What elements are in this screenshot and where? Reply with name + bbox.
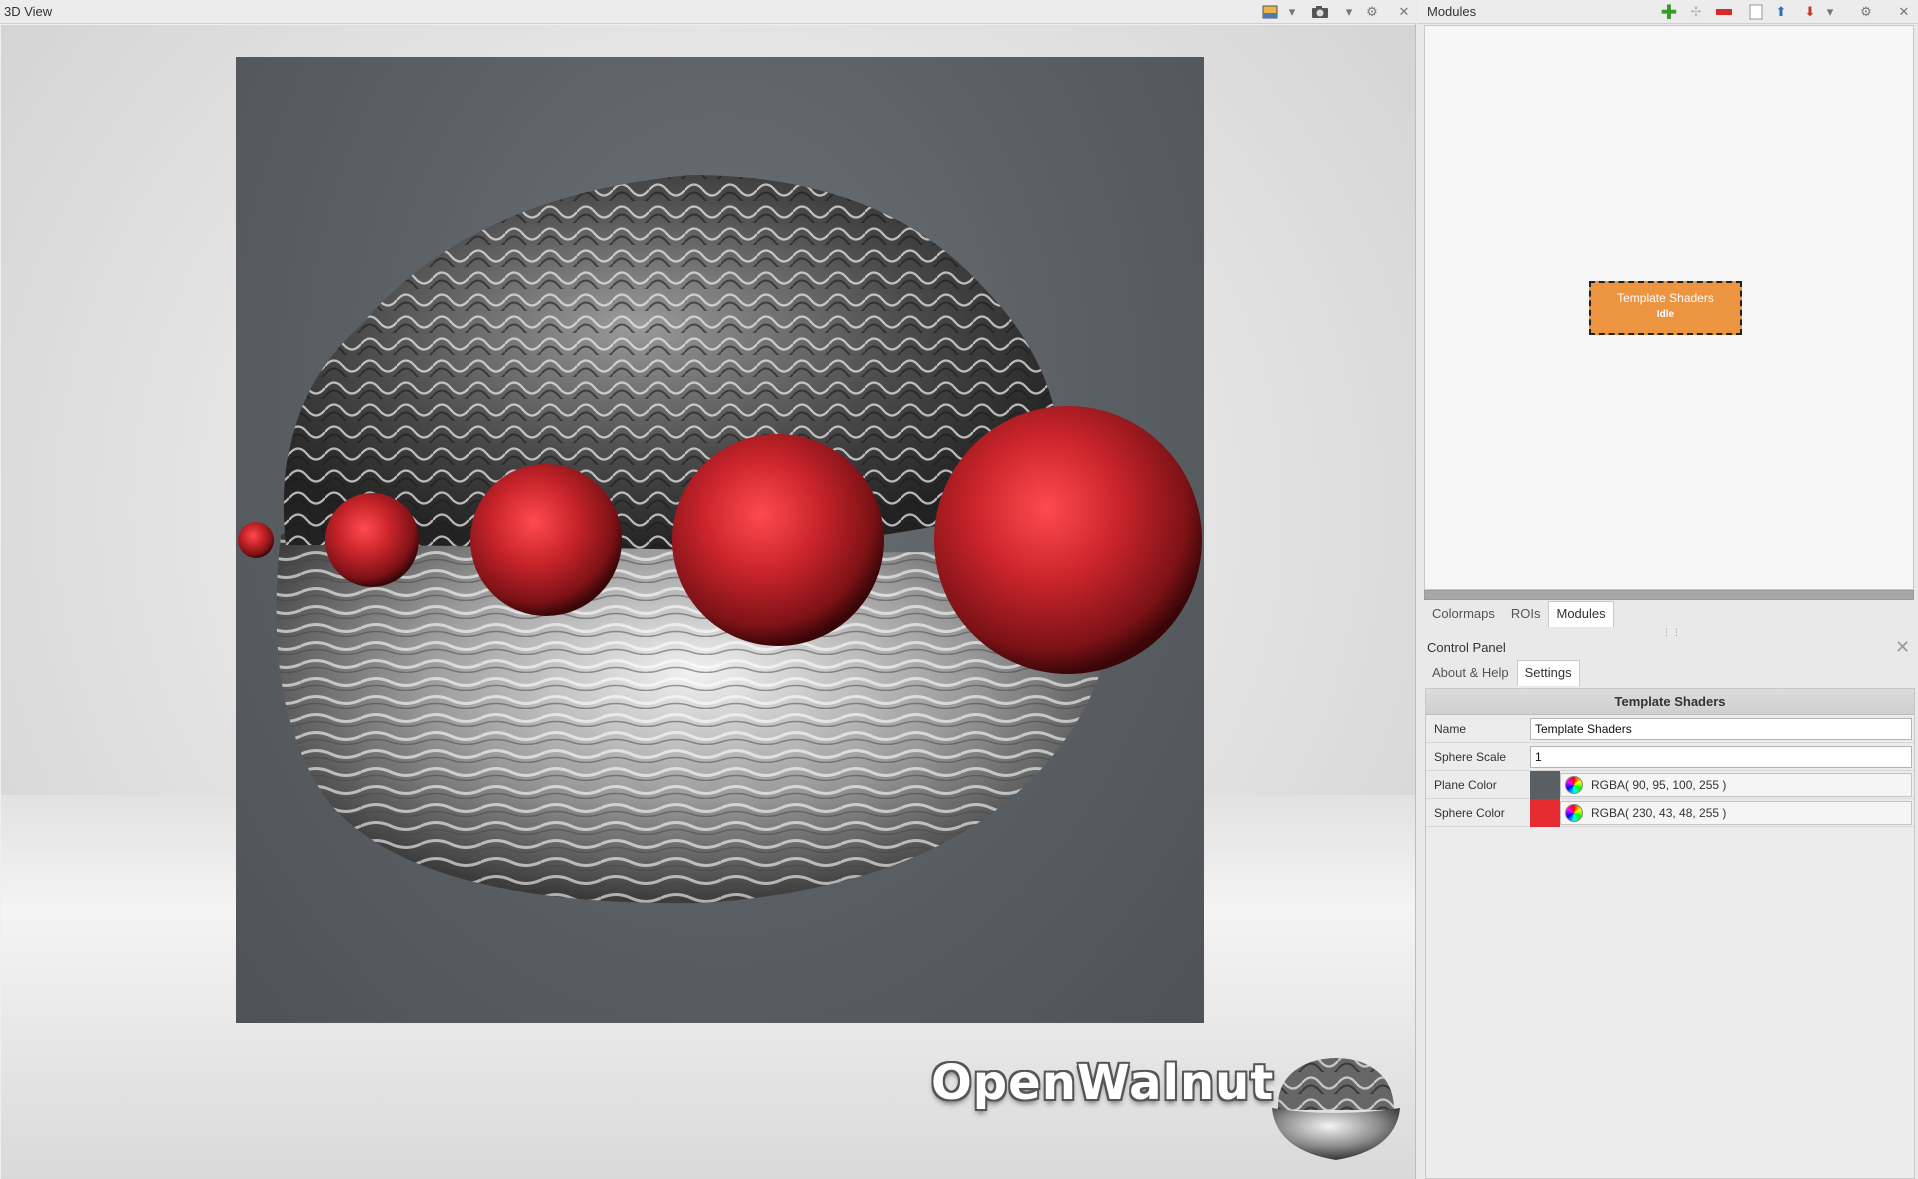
background-image-icon[interactable]: [1261, 3, 1279, 21]
3d-view-panel: 3D View ▾ ▾ ⚙ ✕ OpenWalnut: [0, 0, 1416, 1179]
property-label: Sphere Color: [1434, 806, 1505, 820]
sphere-5: [934, 406, 1202, 674]
close-icon[interactable]: ✕: [1395, 3, 1413, 21]
plane-color-swatch: [1530, 771, 1560, 799]
property-group-title: Template Shaders: [1426, 689, 1914, 715]
tab-settings[interactable]: Settings: [1516, 660, 1580, 686]
sphere-color-button[interactable]: RGBA( 230, 43, 48, 255 ): [1560, 801, 1912, 825]
dock-tabbar: Colormaps ROIs Modules: [1424, 601, 1614, 627]
dropdown-arrow-icon[interactable]: ▾: [1340, 3, 1358, 21]
color-wheel-icon: [1565, 776, 1583, 794]
camera-icon[interactable]: [1311, 3, 1329, 21]
property-label: Name: [1434, 722, 1467, 736]
property-label: Sphere Scale: [1434, 750, 1507, 764]
right-dock-area: Modules ✚ ✣ ⬆ ⬇ ▾ ⚙ ✕ Template Shaders I…: [1417, 0, 1918, 1179]
module-node-template-shaders[interactable]: Template Shaders Idle: [1589, 281, 1742, 335]
remove-module-icon[interactable]: [1715, 3, 1733, 21]
module-tools-icon[interactable]: ✣: [1687, 3, 1705, 21]
3d-view-titlebar: 3D View ▾ ▾ ⚙ ✕: [0, 0, 1416, 24]
name-field[interactable]: [1530, 718, 1912, 740]
sphere-3: [470, 464, 622, 616]
close-icon[interactable]: ✕: [1895, 637, 1910, 658]
sphere-scale-field[interactable]: [1530, 746, 1912, 768]
control-panel-title: Control Panel: [1427, 640, 1506, 655]
settings-panel: Template Shaders Name Sphere Scale Plane…: [1425, 688, 1915, 1179]
module-graph-canvas[interactable]: Template Shaders Idle: [1424, 25, 1914, 590]
property-row-name: Name: [1426, 715, 1914, 743]
sphere-1: [238, 522, 274, 558]
openwalnut-logo-text: OpenWalnut: [931, 1055, 1275, 1111]
control-panel-tabbar: About & Help Settings: [1424, 660, 1580, 686]
modules-titlebar: Modules ✚ ✣ ⬆ ⬇ ▾ ⚙ ✕: [1417, 0, 1918, 24]
property-row-sphere-scale: Sphere Scale: [1426, 743, 1914, 771]
brain-surface-render: [238, 175, 1202, 904]
module-graph-scrollbar[interactable]: [1424, 590, 1914, 600]
sphere-color-swatch: [1530, 799, 1560, 827]
plane-color-value: RGBA( 90, 95, 100, 255 ): [1591, 778, 1727, 792]
3d-viewport[interactable]: OpenWalnut: [1, 25, 1415, 1179]
save-project-icon[interactable]: ⬇: [1801, 3, 1819, 21]
new-project-icon[interactable]: [1747, 3, 1765, 21]
tab-colormaps[interactable]: Colormaps: [1424, 601, 1503, 627]
sphere-4: [672, 434, 884, 646]
property-row-sphere-color: Sphere Color RGBA( 230, 43, 48, 255 ): [1426, 799, 1914, 827]
settings-gear-icon[interactable]: ⚙: [1363, 3, 1381, 21]
load-project-icon[interactable]: ⬆: [1772, 3, 1790, 21]
dock-resize-grip[interactable]: ⋮⋮: [1662, 627, 1682, 638]
add-module-icon[interactable]: ✚: [1660, 2, 1678, 24]
module-node-name: Template Shaders: [1617, 291, 1714, 305]
settings-gear-icon[interactable]: ⚙: [1857, 3, 1875, 21]
sphere-color-value: RGBA( 230, 43, 48, 255 ): [1591, 806, 1727, 820]
tab-rois[interactable]: ROIs: [1503, 601, 1549, 627]
3d-view-title: 3D View: [4, 4, 53, 19]
walnut-logo-icon: [1272, 1058, 1400, 1160]
dropdown-arrow-icon[interactable]: ▾: [1821, 3, 1839, 21]
close-icon[interactable]: ✕: [1895, 3, 1913, 21]
property-label: Plane Color: [1434, 778, 1497, 792]
color-wheel-icon: [1565, 804, 1583, 822]
sphere-2: [325, 493, 419, 587]
plane-color-button[interactable]: RGBA( 90, 95, 100, 255 ): [1560, 773, 1912, 797]
dropdown-arrow-icon[interactable]: ▾: [1283, 3, 1301, 21]
property-row-plane-color: Plane Color RGBA( 90, 95, 100, 255 ): [1426, 771, 1914, 799]
tab-modules[interactable]: Modules: [1548, 601, 1614, 627]
modules-title: Modules: [1427, 4, 1477, 19]
module-node-status: Idle: [1656, 309, 1675, 320]
tab-about-help[interactable]: About & Help: [1424, 660, 1517, 686]
